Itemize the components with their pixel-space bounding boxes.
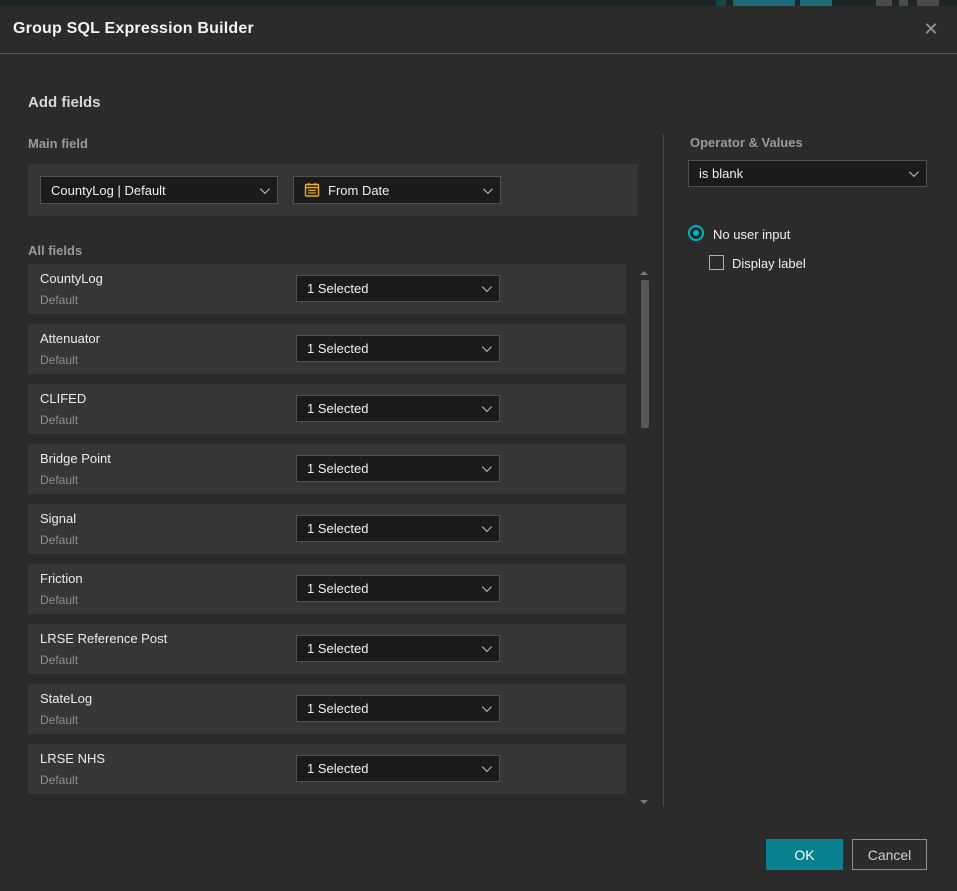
selection-value: 1 Selected <box>307 761 474 776</box>
calendar-date-icon <box>304 182 320 198</box>
field-name: Signal <box>40 511 76 526</box>
field-type: Default <box>40 593 78 607</box>
no-user-input-radio[interactable] <box>688 225 704 241</box>
field-selection-dropdown[interactable]: 1 Selected <box>296 755 500 782</box>
scroll-up-icon[interactable] <box>640 271 648 275</box>
field-type: Default <box>40 473 78 487</box>
field-selection-dropdown[interactable]: 1 Selected <box>296 515 500 542</box>
dialog-titlebar: Group SQL Expression Builder ✕ <box>0 6 957 54</box>
chevron-down-icon <box>482 402 492 412</box>
chevron-down-icon <box>482 642 492 652</box>
field-type: Default <box>40 353 78 367</box>
fields-list-scrollbar[interactable] <box>636 266 651 806</box>
field-type: Default <box>40 653 78 667</box>
layer-select-value: CountyLog | Default <box>51 183 252 198</box>
operator-dropdown[interactable]: is blank <box>688 160 927 187</box>
field-name: CountyLog <box>40 271 103 286</box>
panel-divider <box>663 134 664 806</box>
field-name: Bridge Point <box>40 451 111 466</box>
layer-select-dropdown[interactable]: CountyLog | Default <box>40 176 278 204</box>
field-name: Attenuator <box>40 331 100 346</box>
group-sql-expression-builder-dialog: Group SQL Expression Builder ✕ Add field… <box>0 6 957 891</box>
field-selection-dropdown[interactable]: 1 Selected <box>296 575 500 602</box>
field-row-attenuator: Attenuator Default 1 Selected <box>28 324 626 374</box>
field-row-friction: Friction Default 1 Selected <box>28 564 626 614</box>
chevron-down-icon <box>482 342 492 352</box>
field-row-bridge-point: Bridge Point Default 1 Selected <box>28 444 626 494</box>
field-name: CLIFED <box>40 391 86 406</box>
field-type: Default <box>40 773 78 787</box>
chevron-down-icon <box>482 582 492 592</box>
field-row-lrse-nhs: LRSE NHS Default 1 Selected <box>28 744 626 794</box>
operator-values-heading: Operator & Values <box>690 135 803 150</box>
field-name: Friction <box>40 571 83 586</box>
field-row-countylog: CountyLog Default 1 Selected <box>28 264 626 314</box>
chevron-down-icon <box>260 184 270 194</box>
field-selection-dropdown[interactable]: 1 Selected <box>296 455 500 482</box>
field-selection-dropdown[interactable]: 1 Selected <box>296 695 500 722</box>
main-field-panel: CountyLog | Default From Date <box>28 164 638 216</box>
field-row-statelog: StateLog Default 1 Selected <box>28 684 626 734</box>
field-selection-dropdown[interactable]: 1 Selected <box>296 275 500 302</box>
radio-selected-dot <box>693 230 699 236</box>
field-name: LRSE NHS <box>40 751 105 766</box>
field-name: LRSE Reference Post <box>40 631 167 646</box>
all-fields-heading: All fields <box>28 243 82 258</box>
selection-value: 1 Selected <box>307 701 474 716</box>
chevron-down-icon <box>482 762 492 772</box>
dialog-title: Group SQL Expression Builder <box>13 20 254 38</box>
main-field-select-value: From Date <box>328 183 475 198</box>
field-selection-dropdown[interactable]: 1 Selected <box>296 635 500 662</box>
selection-value: 1 Selected <box>307 401 474 416</box>
selection-value: 1 Selected <box>307 341 474 356</box>
field-row-clifed: CLIFED Default 1 Selected <box>28 384 626 434</box>
add-fields-heading: Add fields <box>28 94 101 111</box>
no-user-input-label: No user input <box>713 227 790 242</box>
selection-value: 1 Selected <box>307 521 474 536</box>
field-type: Default <box>40 293 78 307</box>
cancel-button[interactable]: Cancel <box>852 839 927 870</box>
chevron-down-icon <box>482 522 492 532</box>
selection-value: 1 Selected <box>307 461 474 476</box>
main-field-select-dropdown[interactable]: From Date <box>293 176 501 204</box>
selection-value: 1 Selected <box>307 581 474 596</box>
field-selection-dropdown[interactable]: 1 Selected <box>296 335 500 362</box>
selection-value: 1 Selected <box>307 641 474 656</box>
chevron-down-icon <box>482 282 492 292</box>
selection-value: 1 Selected <box>307 281 474 296</box>
field-type: Default <box>40 413 78 427</box>
close-icon[interactable]: ✕ <box>919 17 943 41</box>
chevron-down-icon <box>482 702 492 712</box>
field-type: Default <box>40 713 78 727</box>
field-type: Default <box>40 533 78 547</box>
ok-button[interactable]: OK <box>766 839 843 870</box>
field-row-signal: Signal Default 1 Selected <box>28 504 626 554</box>
chevron-down-icon <box>909 167 919 177</box>
display-label-label: Display label <box>732 256 806 271</box>
field-name: StateLog <box>40 691 92 706</box>
chevron-down-icon <box>483 184 493 194</box>
scroll-down-icon[interactable] <box>640 800 648 804</box>
chevron-down-icon <box>482 462 492 472</box>
scrollbar-thumb[interactable] <box>641 280 649 428</box>
field-selection-dropdown[interactable]: 1 Selected <box>296 395 500 422</box>
display-label-checkbox[interactable] <box>709 255 724 270</box>
main-field-heading: Main field <box>28 136 88 151</box>
operator-value: is blank <box>699 166 901 181</box>
field-row-lrse-reference-post: LRSE Reference Post Default 1 Selected <box>28 624 626 674</box>
